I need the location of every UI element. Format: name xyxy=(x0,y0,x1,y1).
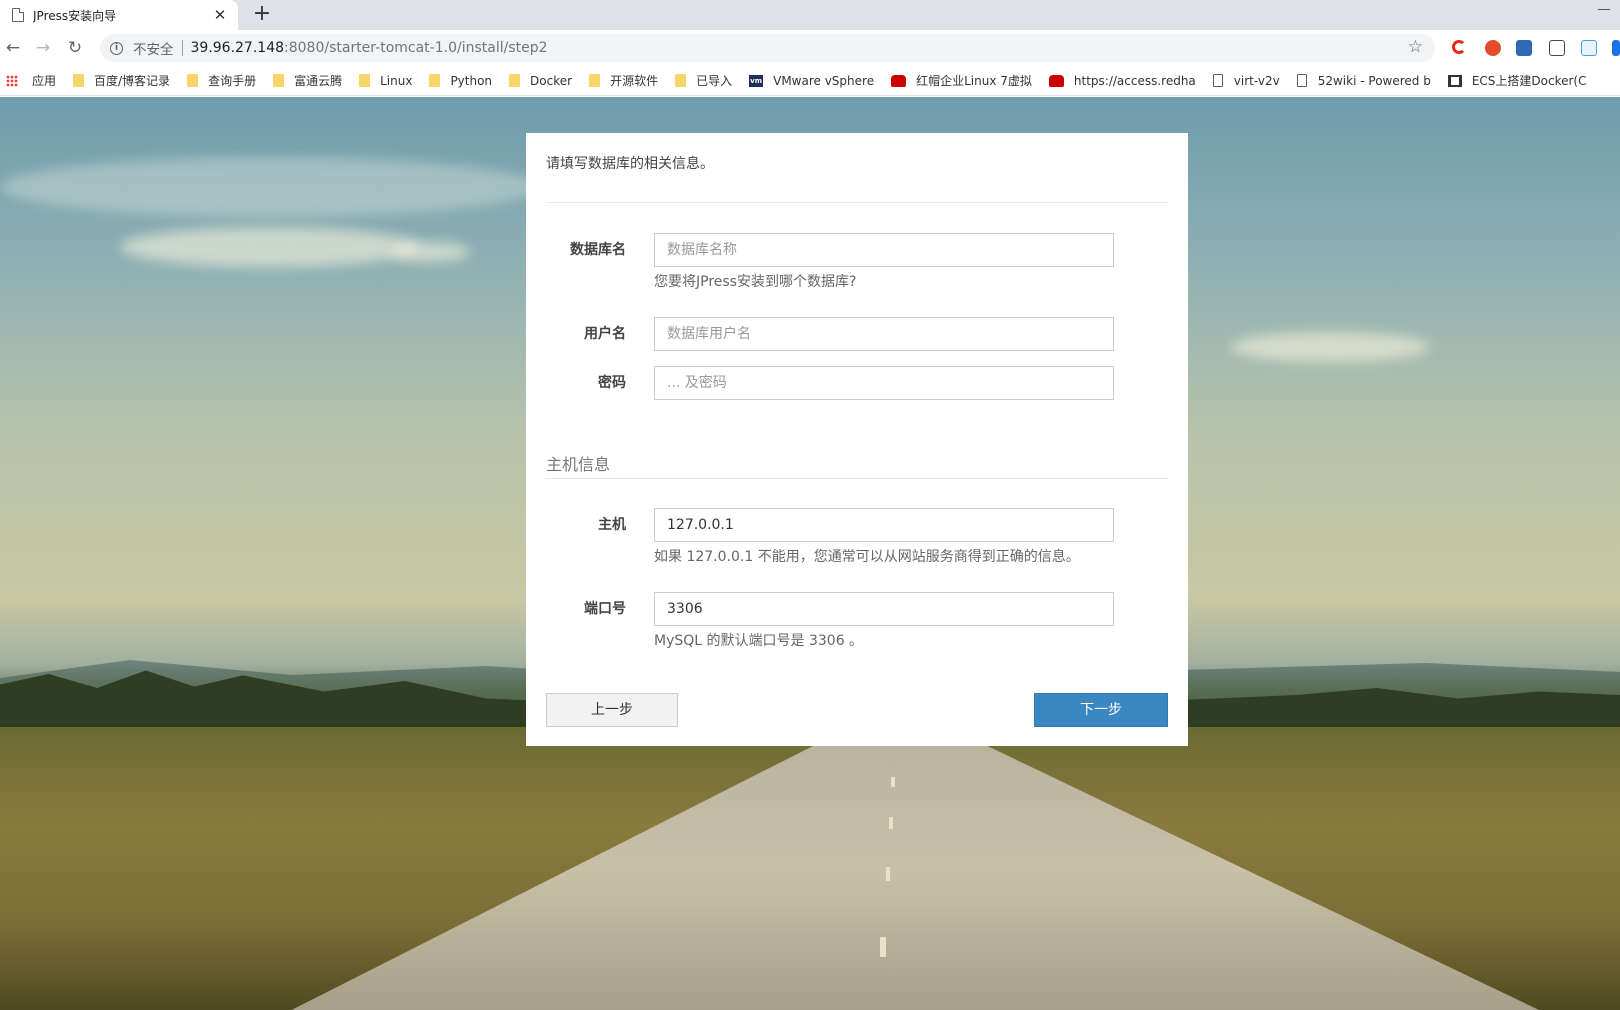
bookmark-apps[interactable]: 应用 xyxy=(6,72,56,89)
bookmark-folder[interactable]: 开源软件 xyxy=(589,72,658,89)
bookmark-label: 红帽企业Linux 7虚拟 xyxy=(916,74,1032,88)
bookmark-redhat-access[interactable]: https://access.redha xyxy=(1048,73,1196,88)
bookmark-label: Linux xyxy=(380,73,413,88)
site-info-icon[interactable]: i xyxy=(110,41,123,55)
extension-c-icon[interactable] xyxy=(1452,40,1466,54)
road-dash xyxy=(880,937,886,957)
redhat-icon xyxy=(1048,74,1064,87)
url-path: :8080/starter-tomcat-1.0/install/step2 xyxy=(284,40,548,56)
folder-icon xyxy=(429,74,441,87)
new-tab-button[interactable]: + xyxy=(250,2,274,26)
divider xyxy=(546,478,1168,479)
install-dialog: 请填写数据库的相关信息。 数据库名 您要将JPress安装到哪个数据库? 用户名… xyxy=(526,133,1188,746)
page-icon xyxy=(12,8,24,22)
omnibox-divider xyxy=(181,40,183,56)
extension-profile-icon[interactable] xyxy=(1612,40,1620,56)
bookmark-folder[interactable]: Linux xyxy=(359,74,412,88)
close-tab-icon[interactable]: ✕ xyxy=(212,7,228,23)
tab-title: JPress安装向导 xyxy=(33,8,117,23)
bookmark-label: 52wiki - Powered b xyxy=(1317,73,1431,88)
bookmark-label: ECS上搭建Docker(C xyxy=(1471,74,1587,88)
bookmark-label: VMware vSphere xyxy=(773,73,875,88)
vmware-icon: vm xyxy=(749,74,764,87)
browser-toolbar: ← → ↻ i 不安全 39.96.27.148:8080/starter-to… xyxy=(0,30,1620,66)
bookmark-label: 应用 xyxy=(32,74,57,88)
bookmark-folder[interactable]: Docker xyxy=(509,74,572,88)
apps-grid-icon xyxy=(6,74,18,87)
bookmarks-bar: 应用 百度/博客记录 查询手册 富通云腾 Linux Python Docker… xyxy=(0,66,1620,96)
host-section-title: 主机信息 xyxy=(546,455,611,474)
bookmark-ecs[interactable]: ECS上搭建Docker(C xyxy=(1447,72,1587,89)
bookmark-label: 开源软件 xyxy=(610,74,659,88)
port-input[interactable] xyxy=(654,592,1114,626)
bookmark-label: Python xyxy=(450,73,493,88)
username-label: 用户名 xyxy=(584,326,626,342)
bookmark-folder[interactable]: 已导入 xyxy=(675,72,732,89)
bookmark-label: virt-v2v xyxy=(1233,73,1280,88)
port-hint: MySQL 的默认端口号是 3306 。 xyxy=(654,633,864,649)
bookmark-vmware[interactable]: vm VMware vSphere xyxy=(749,74,874,88)
extension-translate-icon[interactable] xyxy=(1549,40,1565,56)
folder-icon xyxy=(187,74,199,87)
bookmark-label: 已导入 xyxy=(696,74,733,88)
bookmark-folder[interactable]: 百度/博客记录 xyxy=(73,72,170,89)
host-hint: 如果 127.0.0.1 不能用，您通常可以从网站服务商得到正确的信息。 xyxy=(654,549,1080,565)
db-name-label: 数据库名 xyxy=(570,242,626,258)
security-status[interactable]: 不安全 xyxy=(133,38,174,58)
road-dash xyxy=(886,867,890,881)
background-cloud xyxy=(1230,332,1430,362)
extension-calendar-icon[interactable] xyxy=(1581,40,1597,56)
minimize-window-button[interactable] xyxy=(1598,2,1612,16)
divider xyxy=(546,202,1168,203)
folder-icon xyxy=(509,74,521,87)
dialog-intro: 请填写数据库的相关信息。 xyxy=(546,156,714,172)
db-name-hint: 您要将JPress安装到哪个数据库? xyxy=(654,274,857,290)
bookmark-page[interactable]: 52wiki - Powered b xyxy=(1296,73,1431,88)
password-label: 密码 xyxy=(598,375,626,391)
next-step-button[interactable]: 下一步 xyxy=(1034,693,1168,727)
password-input[interactable] xyxy=(654,366,1114,400)
folder-icon xyxy=(359,74,371,87)
username-input[interactable] xyxy=(654,317,1114,351)
url-host: 39.96.27.148 xyxy=(190,40,285,56)
folder-icon xyxy=(675,74,687,87)
page-background: 请填写数据库的相关信息。 数据库名 您要将JPress安装到哪个数据库? 用户名… xyxy=(0,97,1620,1010)
background-cloud xyxy=(120,227,420,267)
forward-arrow-icon[interactable]: → xyxy=(32,37,54,59)
bookmark-label: 百度/博客记录 xyxy=(94,74,171,88)
bookmark-label: 富通云腾 xyxy=(294,74,343,88)
db-name-input[interactable] xyxy=(654,233,1114,267)
host-input[interactable] xyxy=(654,508,1114,542)
extension-s-icon[interactable] xyxy=(1516,40,1532,56)
prev-step-button[interactable]: 上一步 xyxy=(546,693,678,727)
road-dash xyxy=(889,817,893,829)
browser-tabstrip: JPress安装向导 ✕ + xyxy=(0,0,1620,30)
port-label: 端口号 xyxy=(584,601,626,617)
bookmark-page[interactable]: virt-v2v xyxy=(1212,73,1280,88)
address-bar[interactable]: i 不安全 39.96.27.148:8080/starter-tomcat-1… xyxy=(100,34,1435,62)
bookmark-folder[interactable]: Python xyxy=(429,74,492,88)
bookmark-label: 查询手册 xyxy=(208,74,257,88)
redhat-icon xyxy=(891,74,907,87)
background-cloud xyxy=(390,242,470,262)
bookmark-label: Docker xyxy=(530,73,573,88)
host-label: 主机 xyxy=(598,517,626,533)
browser-tab-active[interactable]: JPress安装向导 ✕ xyxy=(0,0,238,30)
ecs-icon xyxy=(1447,74,1462,87)
folder-icon xyxy=(273,74,285,87)
folder-icon xyxy=(73,74,85,87)
page-icon xyxy=(1212,74,1223,87)
back-arrow-icon[interactable]: ← xyxy=(2,37,24,59)
bookmark-folder[interactable]: 富通云腾 xyxy=(273,72,342,89)
bookmark-star-icon[interactable]: ☆ xyxy=(1408,37,1423,57)
background-cloud xyxy=(0,157,540,217)
bookmark-redhat[interactable]: 红帽企业Linux 7虚拟 xyxy=(891,72,1032,89)
road-dash xyxy=(891,777,895,787)
folder-icon xyxy=(589,74,601,87)
extension-infinity-icon[interactable] xyxy=(1485,40,1501,56)
page-icon xyxy=(1296,74,1307,87)
bookmark-folder[interactable]: 查询手册 xyxy=(187,72,256,89)
reload-icon[interactable]: ↻ xyxy=(64,37,86,59)
bookmark-label: https://access.redha xyxy=(1073,73,1196,88)
